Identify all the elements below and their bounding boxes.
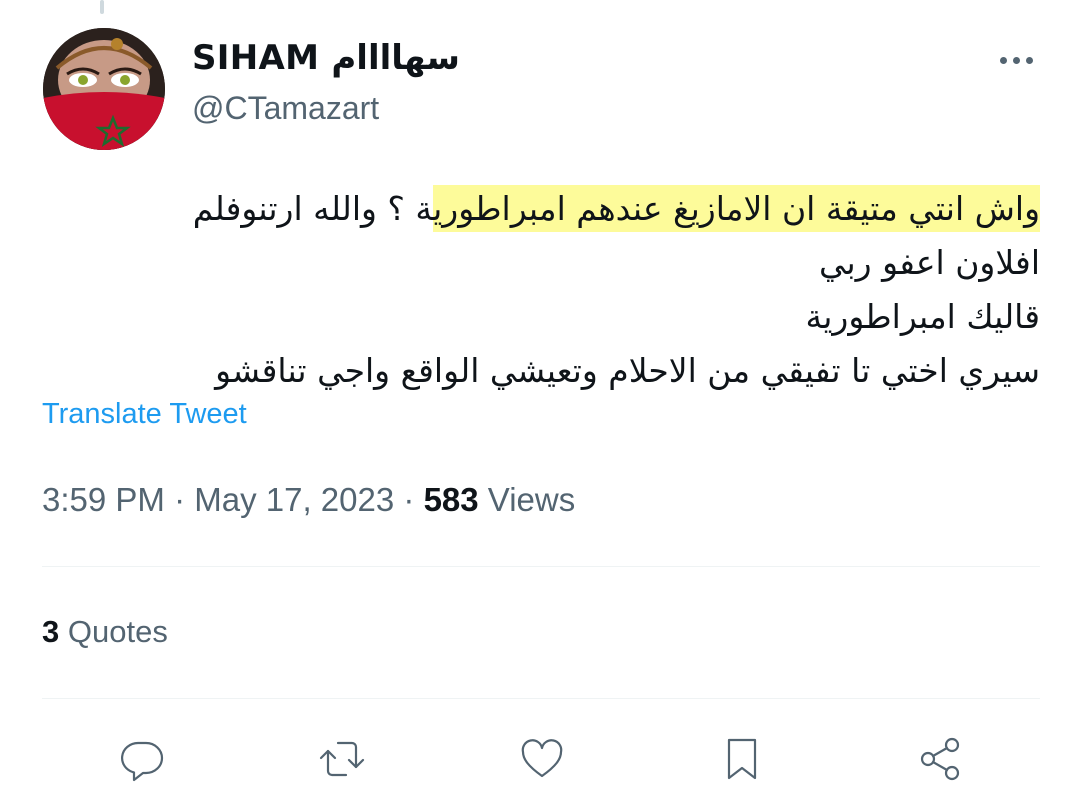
author-display-name[interactable]: SIHAM سهاااام [192, 38, 460, 78]
like-icon [521, 739, 563, 778]
tweet-date[interactable]: May 17, 2023 [194, 481, 394, 518]
reply-icon [121, 741, 164, 782]
more-options-icon[interactable] [996, 50, 1036, 70]
meta-separator: · [403, 481, 415, 518]
highlighted-text: واش انتي متيقة ان الامازيغ عندهم امبراطو… [433, 185, 1040, 232]
quotes-label: Quotes [67, 614, 168, 649]
tweet-time[interactable]: 3:59 PM [42, 481, 165, 518]
translate-tweet-link[interactable]: Translate Tweet [42, 398, 247, 431]
tweet-metadata: 3:59 PM · May 17, 2023 · 583 Views [42, 481, 575, 519]
quotes-count: 3 [42, 614, 60, 649]
bookmark-icon [727, 738, 757, 780]
quotes-stat[interactable]: 3 Quotes [42, 614, 168, 650]
share-button[interactable] [914, 733, 966, 785]
retweet-button[interactable] [316, 733, 368, 785]
tweet-line-1-rest: ة ؟ والله ارتنوفلم [192, 189, 434, 228]
divider [42, 698, 1040, 699]
retweet-icon [319, 741, 365, 777]
like-button[interactable] [516, 733, 568, 785]
views-count: 583 [423, 481, 479, 518]
views-label: Views [487, 481, 576, 518]
meta-separator: · [174, 481, 186, 518]
share-icon [920, 737, 960, 781]
bookmark-button[interactable] [716, 733, 768, 785]
tweet-text: واش انتي متيقة ان الامازيغ عندهم امبراطو… [40, 182, 1040, 398]
reply-button[interactable] [116, 733, 168, 785]
tweet-line-4: سيري اختي تا تفيقي من الاحلام وتعيشي الو… [215, 351, 1040, 390]
tweet-line-2: افلاون اعفو ربي [818, 243, 1040, 282]
tweet-line-1: واش انتي متيقة ان الامازيغ عندهم امبراطو… [40, 182, 1040, 236]
divider [42, 566, 1040, 567]
thread-connector-line [100, 0, 104, 14]
avatar-image [43, 28, 165, 150]
avatar[interactable] [43, 28, 165, 150]
tweet-line-3: قاليك امبراطورية [805, 297, 1040, 336]
author-handle[interactable]: @CTamazart [192, 90, 379, 127]
